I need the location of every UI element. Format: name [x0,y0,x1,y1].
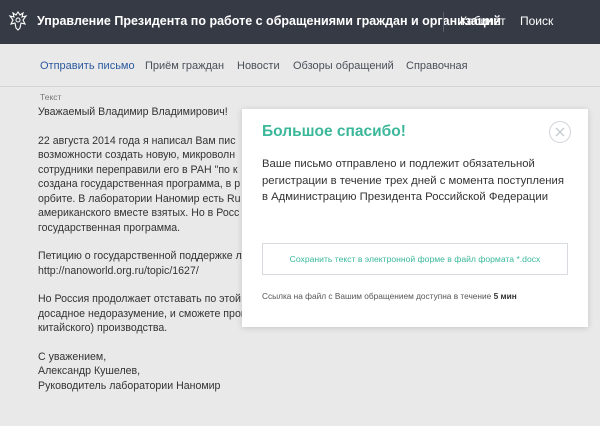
modal-title: Большое спасибо! [262,123,406,140]
text-field-label: Текст [40,92,62,102]
close-icon [555,127,565,137]
letter-signature-title: Руководитель лаборатории Наномир [38,379,221,392]
nav-reference[interactable]: Справочная [406,60,468,72]
site-title[interactable]: Управление Президента по работе с обраще… [37,14,501,28]
header-divider [443,12,444,32]
cabinet-link[interactable]: Кабинет [460,14,506,28]
coat-of-arms-icon[interactable] [8,10,28,32]
divider [0,86,600,87]
search-link[interactable]: Поиск [520,14,553,28]
thank-you-modal: Большое спасибо! Ваше письмо отправлено … [242,109,588,327]
nav-send-letter[interactable]: Отправить письмо [40,60,135,72]
link-availability-note: Ссылка на файл с Вашим обращением доступ… [262,291,517,301]
link-note-text: Ссылка на файл с Вашим обращением доступ… [262,291,494,301]
modal-message: Ваше письмо отправлено и подлежит обязат… [262,158,564,203]
sub-navigation: Отправить письмо Приём граждан Новости О… [0,60,600,76]
nav-news[interactable]: Новости [237,60,280,72]
link-note-time: 5 мин [493,291,517,301]
nav-reviews[interactable]: Обзоры обращений [293,60,394,72]
save-docx-button[interactable]: Сохранить текст в электронной форме в фа… [262,243,568,275]
letter-signoff: С уважением, [38,350,107,363]
letter-signature-name: Александр Кушелев, [38,365,141,377]
top-header: Управление Президента по работе с обраще… [0,0,600,44]
modal-close-button[interactable] [549,121,571,143]
nav-reception[interactable]: Приём граждан [145,60,224,72]
